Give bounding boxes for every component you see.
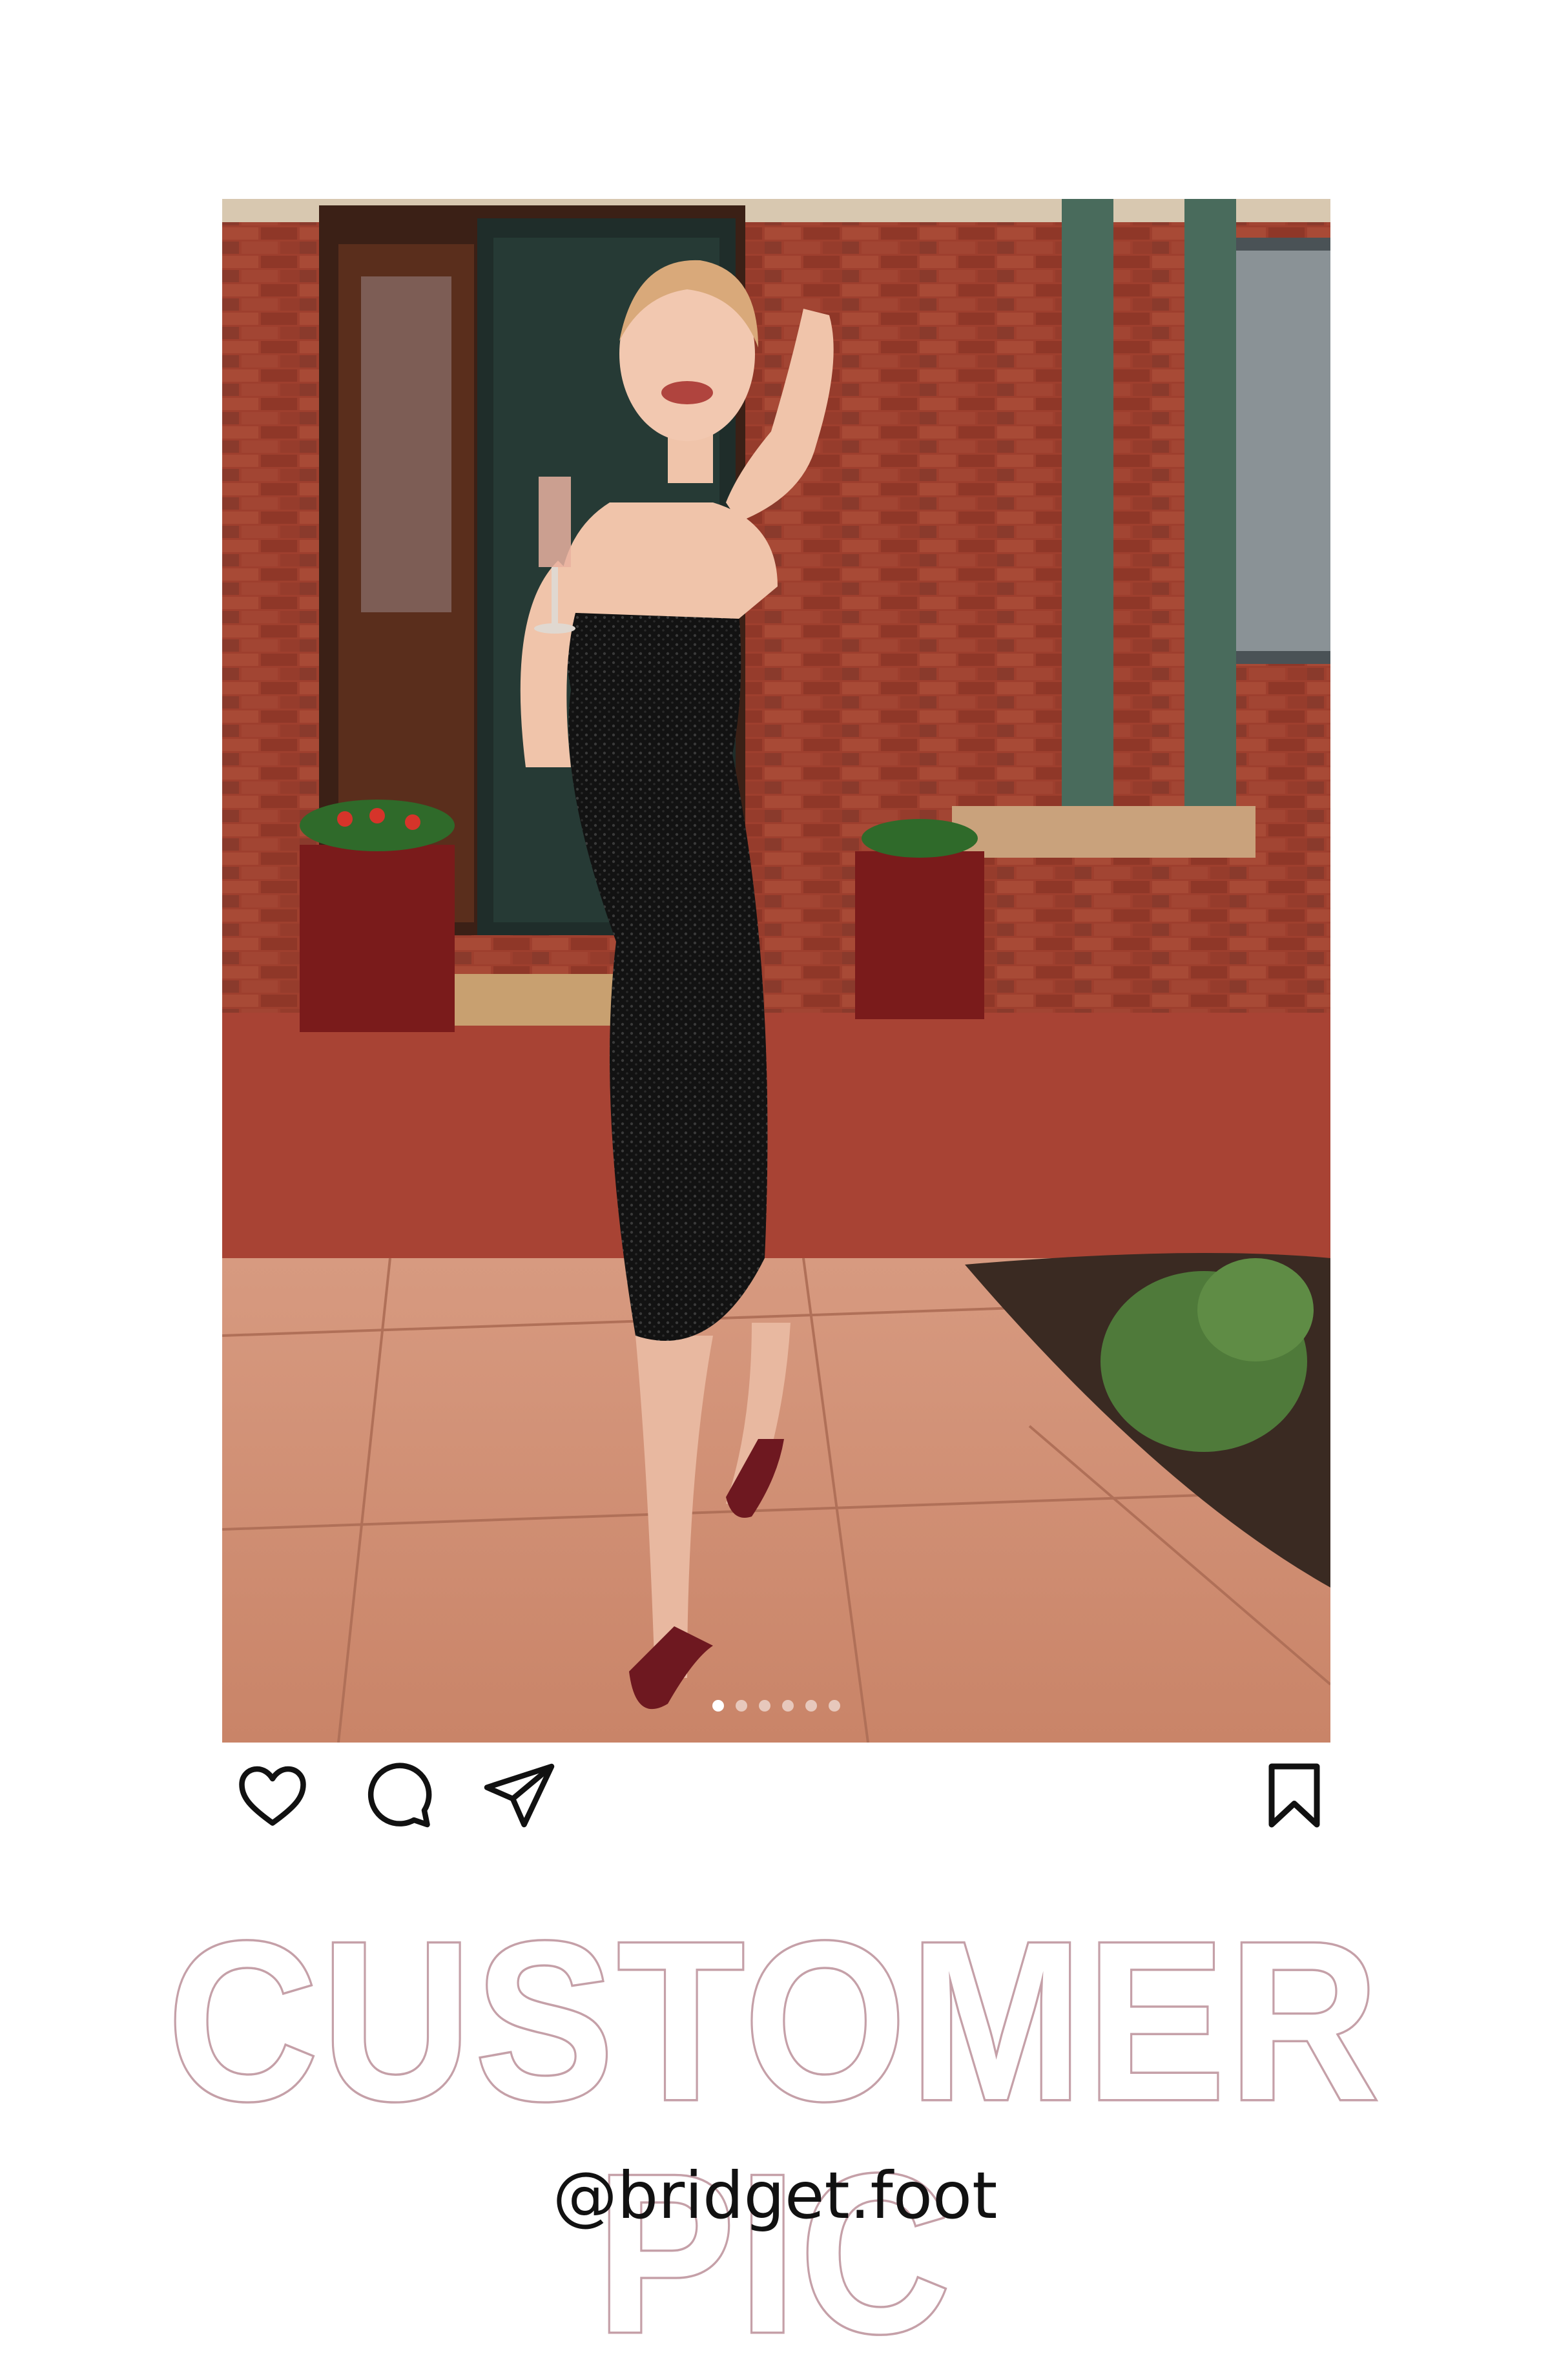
carousel-indicator[interactable]: [222, 1700, 1330, 1712]
comment-icon[interactable]: [358, 1757, 435, 1834]
heart-icon[interactable]: [234, 1757, 311, 1834]
carousel-dot[interactable]: [829, 1700, 840, 1712]
post-actions-bar: [222, 1757, 1330, 1834]
customer-handle: @bridget.foot: [552, 2158, 998, 2233]
post-photo[interactable]: [222, 199, 1330, 1743]
carousel-dot[interactable]: [736, 1700, 747, 1712]
carousel-dot[interactable]: [782, 1700, 794, 1712]
carousel-dot[interactable]: [759, 1700, 770, 1712]
customer-pic-title: CUSTOMER PIC: [165, 1895, 1383, 2380]
photo-scene: [222, 199, 1330, 1743]
bookmark-icon[interactable]: [1256, 1757, 1333, 1834]
carousel-dot[interactable]: [712, 1700, 724, 1712]
paper-plane-icon[interactable]: [480, 1757, 558, 1834]
carousel-dot[interactable]: [805, 1700, 817, 1712]
